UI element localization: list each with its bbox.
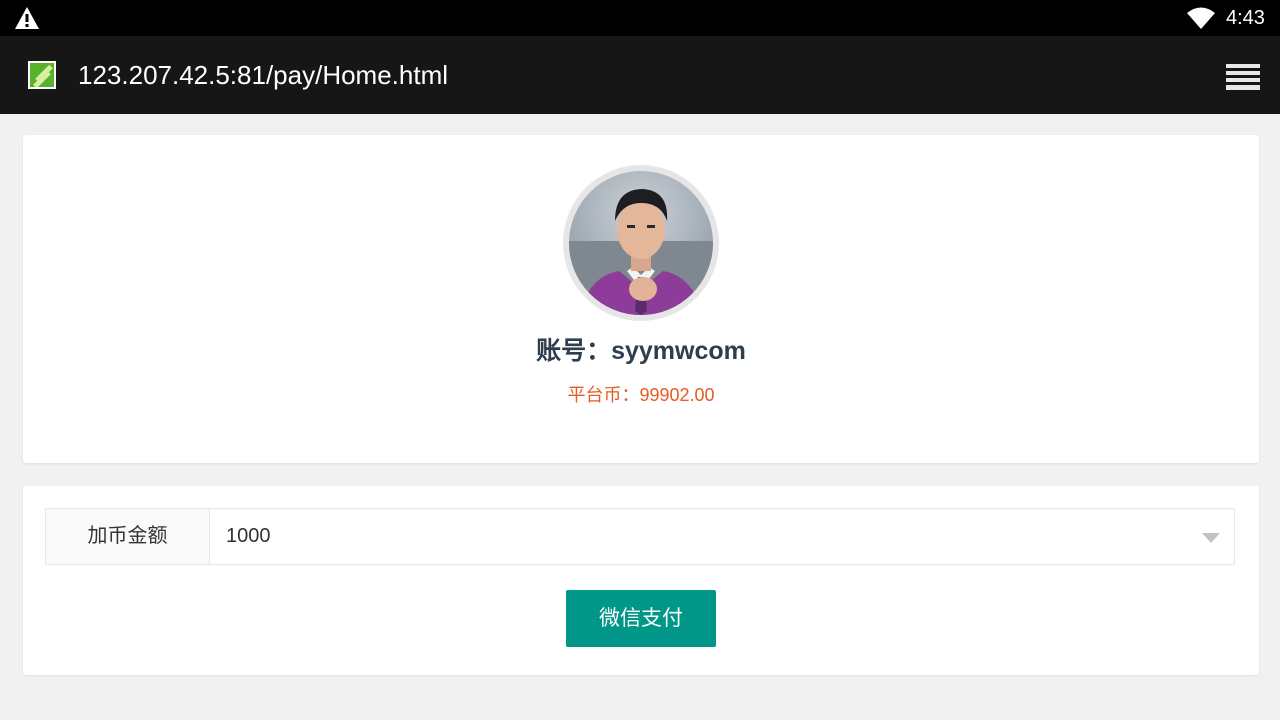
avatar-frame	[563, 165, 719, 321]
platform-coin-balance: 平台币：99902.00	[567, 385, 715, 405]
account-name: 账号：syymwcom	[536, 337, 746, 365]
url-field[interactable]: 123.207.42.5:81/pay/Home.html	[78, 60, 448, 91]
site-favicon	[28, 61, 56, 89]
browser-toolbar: 123.207.42.5:81/pay/Home.html	[0, 36, 1280, 114]
avatar-image	[569, 189, 713, 315]
wifi-icon	[1187, 7, 1215, 29]
amount-select[interactable]: 加币金额 1000	[45, 508, 1235, 565]
chevron-down-icon[interactable]	[1202, 533, 1220, 543]
payment-card: 加币金额 1000 微信支付	[23, 486, 1259, 675]
user-avatar	[569, 171, 713, 315]
amount-selected-value[interactable]: 1000	[226, 509, 271, 564]
status-time: 4:43	[1226, 7, 1265, 29]
status-bar: 4:43	[0, 0, 1280, 36]
profile-card: 账号：syymwcom 平台币：99902.00	[23, 135, 1259, 463]
warning-icon	[15, 7, 39, 29]
amount-label: 加币金额	[46, 509, 210, 564]
wechat-pay-button[interactable]: 微信支付	[566, 590, 716, 647]
tabs-menu-icon[interactable]	[1224, 62, 1262, 92]
